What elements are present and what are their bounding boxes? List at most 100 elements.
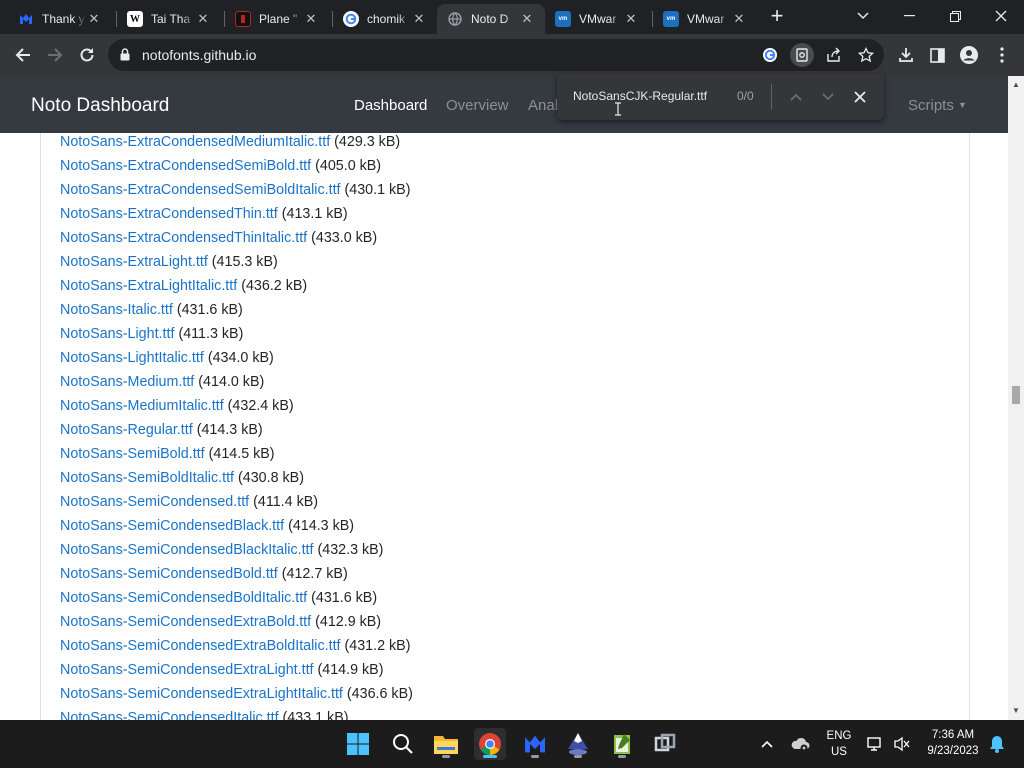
nav-link-scripts[interactable]: Scripts ▼ bbox=[908, 97, 967, 114]
vmware-icon[interactable] bbox=[650, 728, 682, 760]
tab-search-chevron-icon[interactable] bbox=[840, 0, 886, 32]
scroll-thumb[interactable] bbox=[1012, 386, 1020, 404]
browser-tab[interactable]: W Tai Tha ✕ bbox=[117, 4, 221, 34]
find-close-icon[interactable] bbox=[848, 85, 872, 109]
share-icon[interactable] bbox=[822, 43, 846, 67]
font-file-link[interactable]: NotoSans-SemiCondensedExtraBold.ttf bbox=[60, 614, 311, 630]
search-icon[interactable] bbox=[387, 728, 419, 760]
scroll-down-arrow-icon[interactable]: ▼ bbox=[1012, 706, 1020, 715]
browser-tab[interactable]: vm VMwar ✕ bbox=[545, 4, 649, 34]
list-item: NotoSans-SemiCondensedBlackItalic.ttf (4… bbox=[60, 541, 413, 565]
download-icon[interactable] bbox=[891, 40, 921, 70]
clock-date[interactable]: 9/23/2023 bbox=[918, 745, 988, 757]
font-file-link[interactable]: NotoSans-LightItalic.ttf bbox=[60, 350, 204, 366]
file-explorer-icon[interactable] bbox=[430, 728, 462, 760]
chrome-icon[interactable] bbox=[474, 728, 506, 760]
font-file-link[interactable]: NotoSans-SemiCondensedItalic.ttf bbox=[60, 710, 279, 720]
nav-link-analysis[interactable]: Anal bbox=[528, 97, 558, 114]
reload-icon[interactable] bbox=[72, 40, 102, 70]
text-cursor-icon bbox=[615, 102, 621, 116]
font-file-link[interactable]: NotoSans-SemiCondensedExtraLightItalic.t… bbox=[60, 686, 343, 702]
tab-title: Plane " bbox=[259, 12, 298, 26]
close-icon[interactable]: ✕ bbox=[623, 11, 639, 27]
font-file-link[interactable]: NotoSans-SemiCondensedBlack.ttf bbox=[60, 518, 284, 534]
close-icon[interactable]: ✕ bbox=[303, 11, 319, 27]
font-file-link[interactable]: NotoSans-Regular.ttf bbox=[60, 422, 193, 438]
close-icon[interactable]: ✕ bbox=[519, 11, 535, 27]
find-previous-chevron-up-icon[interactable] bbox=[784, 85, 808, 109]
font-file-link[interactable]: NotoSans-SemiCondensedBlackItalic.ttf bbox=[60, 542, 314, 558]
input-language[interactable]: ENG bbox=[822, 730, 856, 742]
list-item: NotoSans-SemiCondensedBlack.ttf (414.3 k… bbox=[60, 517, 413, 541]
address-bar[interactable]: notofonts.github.io bbox=[108, 39, 884, 71]
malwarebytes-icon[interactable] bbox=[519, 728, 551, 760]
back-arrow-icon[interactable] bbox=[8, 40, 38, 70]
nav-link-dashboard[interactable]: Dashboard bbox=[354, 97, 427, 114]
notepad-plus-plus-icon[interactable] bbox=[606, 728, 638, 760]
file-size: (411.3 kB) bbox=[178, 326, 244, 342]
font-file-link[interactable]: NotoSans-SemiBoldItalic.ttf bbox=[60, 470, 234, 486]
font-file-link[interactable]: NotoSans-MediumItalic.ttf bbox=[60, 398, 224, 414]
find-next-chevron-down-icon[interactable] bbox=[816, 85, 840, 109]
font-file-link[interactable]: NotoSans-Light.ttf bbox=[60, 326, 174, 342]
profile-avatar-icon[interactable] bbox=[954, 40, 984, 70]
site-brand[interactable]: Noto Dashboard bbox=[31, 95, 169, 117]
minimize-button[interactable] bbox=[886, 0, 932, 32]
close-icon[interactable]: ✕ bbox=[195, 11, 211, 27]
side-panel-icon[interactable] bbox=[922, 40, 952, 70]
font-file-link[interactable]: NotoSans-ExtraCondensedSemiBold.ttf bbox=[60, 158, 311, 174]
font-file-link[interactable]: NotoSans-SemiCondensed.ttf bbox=[60, 494, 249, 510]
close-icon[interactable]: ✕ bbox=[411, 11, 427, 27]
browser-tab[interactable]: vm VMwar ✕ bbox=[653, 4, 757, 34]
scroll-up-arrow-icon[interactable]: ▲ bbox=[1012, 80, 1020, 89]
font-file-link[interactable]: NotoSans-ExtraCondensedMediumItalic.ttf bbox=[60, 134, 330, 150]
close-icon[interactable]: ✕ bbox=[86, 11, 102, 27]
volume-muted-icon[interactable] bbox=[888, 728, 916, 760]
new-tab-button[interactable]: + bbox=[760, 0, 794, 32]
nav-link-overview[interactable]: Overview bbox=[446, 97, 509, 114]
clock-time[interactable]: 7:36 AM bbox=[918, 729, 988, 741]
file-size: (431.6 kB) bbox=[176, 302, 243, 318]
show-hidden-icons-chevron-icon[interactable] bbox=[753, 728, 781, 760]
google-lens-icon[interactable] bbox=[758, 43, 782, 67]
browser-tab[interactable]: chomik ✕ bbox=[333, 4, 437, 34]
font-file-link[interactable]: NotoSans-SemiBold.ttf bbox=[60, 446, 205, 462]
start-icon[interactable] bbox=[342, 728, 374, 760]
list-item: NotoSans-ExtraCondensedSemiBoldItalic.tt… bbox=[60, 181, 413, 205]
notification-bell-icon[interactable] bbox=[986, 728, 1008, 760]
inkscape-icon[interactable] bbox=[562, 728, 594, 760]
list-item: NotoSans-SemiCondensed.ttf (411.4 kB) bbox=[60, 493, 413, 517]
font-file-link[interactable]: NotoSans-Italic.ttf bbox=[60, 302, 173, 318]
file-size: (432.3 kB) bbox=[317, 542, 384, 558]
find-in-page-icon[interactable] bbox=[790, 43, 814, 67]
close-icon[interactable]: ✕ bbox=[731, 11, 747, 27]
tab-title: chomik bbox=[367, 12, 406, 26]
network-icon[interactable] bbox=[862, 728, 890, 760]
font-file-link[interactable]: NotoSans-ExtraCondensedSemiBoldItalic.tt… bbox=[60, 182, 341, 198]
font-file-link[interactable]: NotoSans-SemiCondensedExtraBoldItalic.tt… bbox=[60, 638, 341, 654]
close-window-button[interactable] bbox=[978, 0, 1024, 32]
forward-arrow-icon[interactable] bbox=[40, 40, 70, 70]
font-file-link[interactable]: NotoSans-Medium.ttf bbox=[60, 374, 194, 390]
menu-kebab-icon[interactable] bbox=[987, 40, 1017, 70]
font-file-link[interactable]: NotoSans-SemiCondensedBold.ttf bbox=[60, 566, 278, 582]
file-size: (436.6 kB) bbox=[346, 686, 413, 702]
browser-tab[interactable]: Plane " ✕ bbox=[225, 4, 329, 34]
bookmark-star-icon[interactable] bbox=[854, 43, 878, 67]
onedrive-cloud-icon[interactable] bbox=[786, 728, 814, 760]
font-file-link[interactable]: NotoSans-ExtraLight.ttf bbox=[60, 254, 208, 270]
caret-down-icon: ▼ bbox=[958, 100, 967, 110]
list-item: NotoSans-ExtraLightItalic.ttf (436.2 kB) bbox=[60, 277, 413, 301]
font-file-link[interactable]: NotoSans-SemiCondensedBoldItalic.ttf bbox=[60, 590, 307, 606]
browser-tab[interactable]: Thank y ✕ bbox=[8, 4, 112, 34]
font-file-link[interactable]: NotoSans-ExtraLightItalic.ttf bbox=[60, 278, 237, 294]
font-file-link[interactable]: NotoSans-ExtraCondensedThinItalic.ttf bbox=[60, 230, 307, 246]
page-scrollbar[interactable]: ▲ ▼ bbox=[1008, 76, 1024, 720]
restore-button[interactable] bbox=[932, 0, 978, 32]
input-region[interactable]: US bbox=[822, 746, 856, 758]
font-file-link[interactable]: NotoSans-SemiCondensedExtraLight.ttf bbox=[60, 662, 314, 678]
find-input[interactable]: NotoSansCJK-Regular.ttf bbox=[573, 89, 707, 103]
font-file-link[interactable]: NotoSans-ExtraCondensedThin.ttf bbox=[60, 206, 278, 222]
browser-tab-active[interactable]: Noto D ✕ bbox=[437, 4, 545, 34]
list-item: NotoSans-ExtraCondensedThinItalic.ttf (4… bbox=[60, 229, 413, 253]
